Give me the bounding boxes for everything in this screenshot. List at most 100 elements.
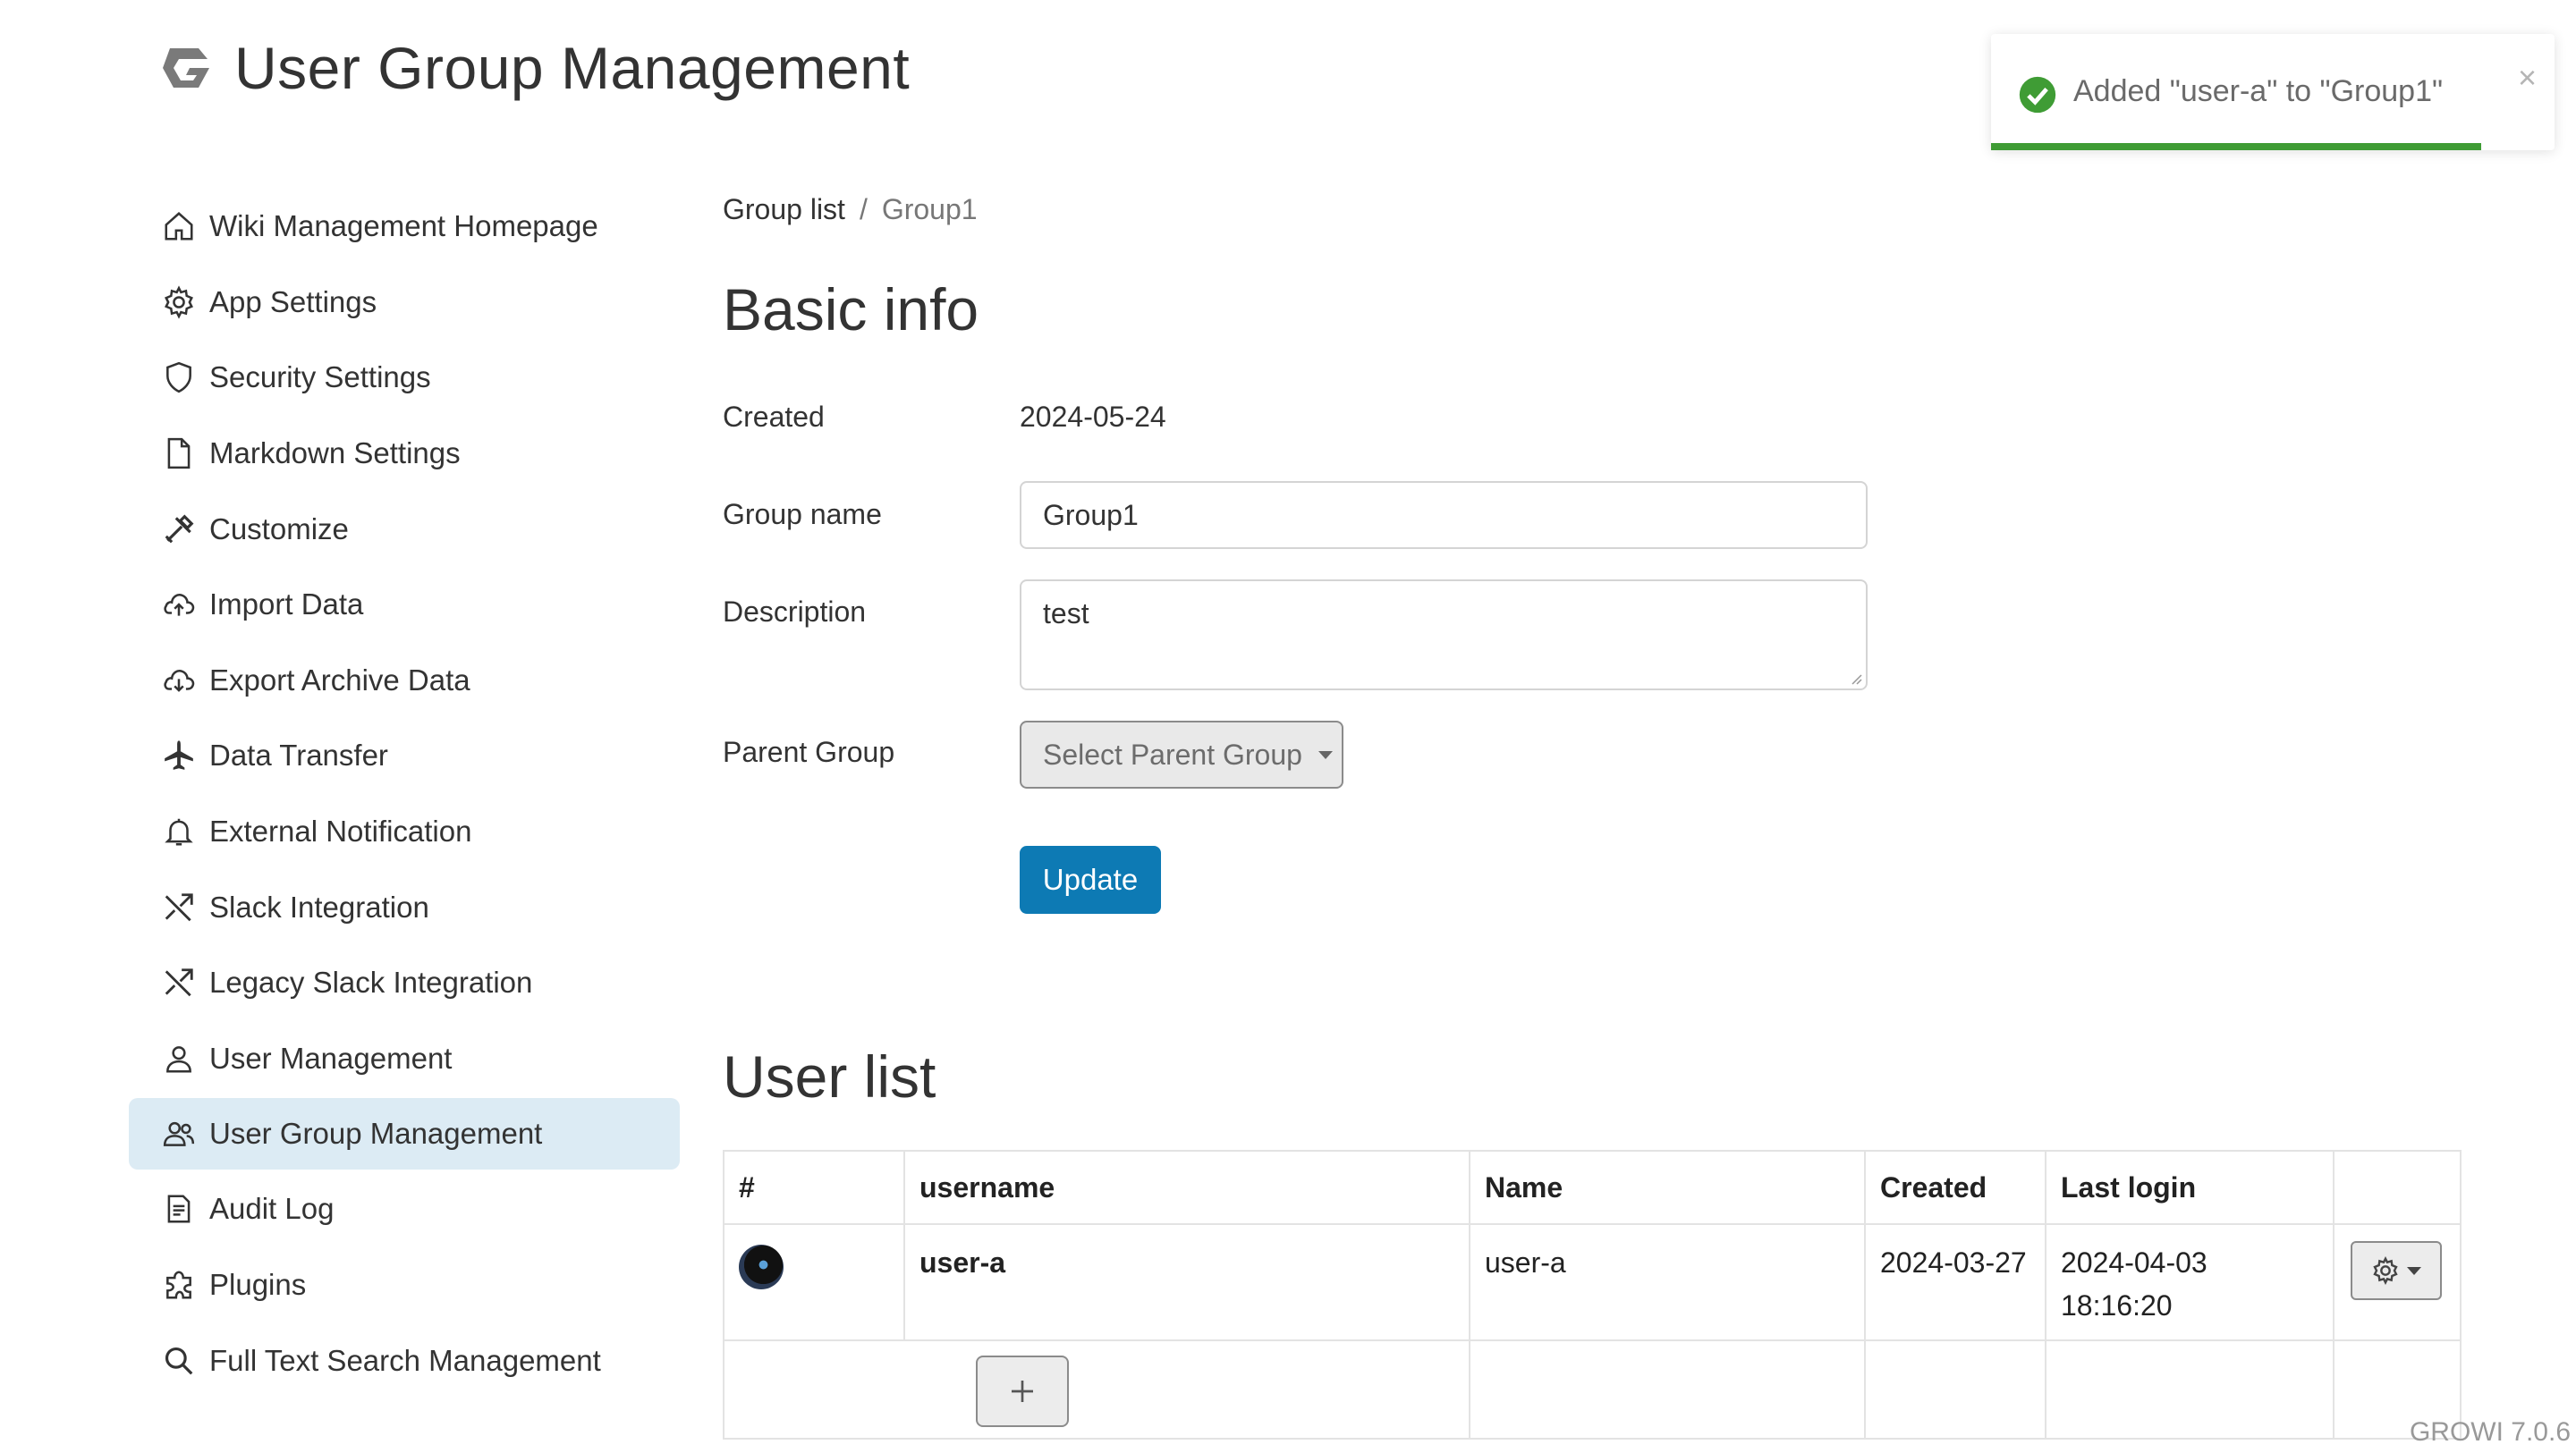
sidebar-item-external-notification[interactable]: External Notification (129, 794, 680, 870)
sidebar-item-slack-integration[interactable]: Slack Integration (129, 869, 680, 945)
sidebar-item-markdown-settings[interactable]: Markdown Settings (129, 416, 680, 492)
sidebar-item-security-settings[interactable]: Security Settings (129, 340, 680, 416)
select-parent-group-dropdown[interactable]: Select Parent Group (1020, 721, 1343, 789)
sidebar-item-data-transfer[interactable]: Data Transfer (129, 718, 680, 794)
sidebar-item-label: User Group Management (209, 1117, 543, 1151)
created-label: Created (723, 401, 825, 433)
shuffle-icon (161, 890, 197, 925)
airplane-icon (161, 738, 197, 773)
column-header-actions (2333, 1150, 2462, 1225)
avatar (739, 1245, 784, 1289)
gear-icon (2373, 1256, 2398, 1285)
empty-cell (1864, 1339, 2046, 1440)
add-user-button[interactable] (976, 1356, 1069, 1427)
document-icon (161, 1191, 197, 1227)
sidebar-item-plugins[interactable]: Plugins (129, 1247, 680, 1323)
column-header-created: Created (1864, 1150, 2046, 1225)
bell-icon (161, 814, 197, 849)
group-name-input[interactable]: Group1 (1020, 481, 1868, 549)
admin-sidebar: Wiki Management Homepage App Settings Se… (129, 189, 680, 1398)
app-header: User Group Management (157, 30, 910, 106)
last-login-cell: 2024-04-03 18:16:20 (2045, 1223, 2334, 1341)
select-parent-group-label: Select Parent Group (1043, 738, 1302, 771)
page-title: User Group Management (234, 35, 911, 101)
description-label: Description (723, 596, 867, 628)
parent-group-label: Parent Group (723, 736, 895, 768)
description-value: test (1043, 597, 1089, 629)
toast-message: Added "user-a" to "Group1" (2073, 74, 2444, 108)
user-list-heading: User list (723, 1043, 936, 1110)
created-value: 2024-05-24 (1020, 401, 1166, 433)
sidebar-item-label: Legacy Slack Integration (209, 966, 533, 1000)
username-cell: user-a (903, 1223, 1470, 1341)
empty-cell (1469, 1339, 1866, 1440)
breadcrumb: Group list / Group1 (723, 193, 978, 226)
actions-cell (2333, 1223, 2462, 1341)
puzzle-icon (161, 1267, 197, 1303)
column-header-last-login: Last login (2045, 1150, 2334, 1225)
description-textarea[interactable]: test (1020, 579, 1868, 690)
breadcrumb-current: Group1 (881, 193, 978, 225)
sidebar-item-app-settings[interactable]: App Settings (129, 265, 680, 341)
empty-cell (2045, 1339, 2334, 1440)
cloud-upload-icon (161, 587, 197, 622)
column-header-name: Name (1469, 1150, 1866, 1225)
sidebar-item-full-text-search-management[interactable]: Full Text Search Management (129, 1322, 680, 1398)
resize-grip-icon[interactable] (1848, 671, 1862, 685)
table-row-add (723, 1339, 2462, 1440)
toast-progress-bar (1991, 143, 2482, 150)
sidebar-item-label: Customize (209, 511, 349, 545)
sidebar-item-label: Plugins (209, 1268, 307, 1302)
sidebar-item-label: Full Text Search Management (209, 1343, 601, 1377)
column-header-number: # (723, 1150, 905, 1225)
person-icon (161, 1041, 197, 1077)
sidebar-item-label: Markdown Settings (209, 436, 461, 470)
basic-info-heading: Basic info (723, 276, 979, 342)
sidebar-item-import-data[interactable]: Import Data (129, 567, 680, 643)
check-circle-icon (2019, 76, 2056, 114)
version-label: GROWI 7.0.6 (2409, 1417, 2571, 1447)
sidebar-item-legacy-slack-integration[interactable]: Legacy Slack Integration (129, 945, 680, 1021)
avatar-cell (723, 1223, 905, 1341)
tools-icon (161, 511, 197, 547)
sidebar-item-label: Import Data (209, 587, 364, 621)
user-actions-dropdown-button[interactable] (2351, 1241, 2442, 1300)
search-icon (161, 1343, 197, 1379)
plus-icon (1012, 1381, 1033, 1402)
add-user-cell (723, 1339, 1470, 1440)
chevron-down-icon (2407, 1266, 2421, 1275)
cloud-download-icon (161, 663, 197, 698)
home-icon (161, 208, 197, 244)
sidebar-item-user-group-management[interactable]: User Group Management (129, 1098, 680, 1170)
sidebar-item-user-management[interactable]: User Management (129, 1021, 680, 1097)
sidebar-item-label: User Management (209, 1041, 453, 1075)
sidebar-item-label: Wiki Management Homepage (209, 209, 598, 243)
sidebar-item-label: Data Transfer (209, 739, 388, 773)
sidebar-item-label: App Settings (209, 284, 377, 318)
sidebar-item-wiki-management-homepage[interactable]: Wiki Management Homepage (129, 189, 680, 265)
close-icon[interactable]: × (2518, 59, 2537, 97)
breadcrumb-group-list-link[interactable]: Group list (723, 193, 845, 226)
sidebar-item-customize[interactable]: Customize (129, 491, 680, 567)
sidebar-item-audit-log[interactable]: Audit Log (129, 1171, 680, 1247)
sidebar-item-export-archive-data[interactable]: Export Archive Data (129, 643, 680, 719)
growi-logo-icon (163, 48, 209, 88)
column-header-username: username (903, 1150, 1470, 1225)
update-button[interactable]: Update (1020, 846, 1161, 914)
gear-icon (161, 284, 197, 320)
sidebar-item-label: Export Archive Data (209, 663, 470, 697)
shuffle-icon (161, 965, 197, 1001)
group-name-label: Group name (723, 498, 882, 530)
table-header-row: # username Name Created Last login (723, 1150, 2462, 1225)
sidebar-item-label: External Notification (209, 815, 472, 849)
success-toast: Added "user-a" to "Group1" × (1991, 34, 2555, 150)
people-icon (161, 1116, 197, 1152)
user-list-table: # username Name Created Last login user-… (723, 1150, 2462, 1440)
group-name-value: Group1 (1043, 498, 1139, 531)
file-icon (161, 435, 197, 471)
sidebar-item-label: Security Settings (209, 360, 431, 394)
breadcrumb-separator: / (859, 193, 868, 225)
table-row: user-a user-a 2024-03-27 2024-04-03 18:1… (723, 1223, 2462, 1341)
created-cell: 2024-03-27 (1864, 1223, 2046, 1341)
shield-icon (161, 359, 197, 395)
